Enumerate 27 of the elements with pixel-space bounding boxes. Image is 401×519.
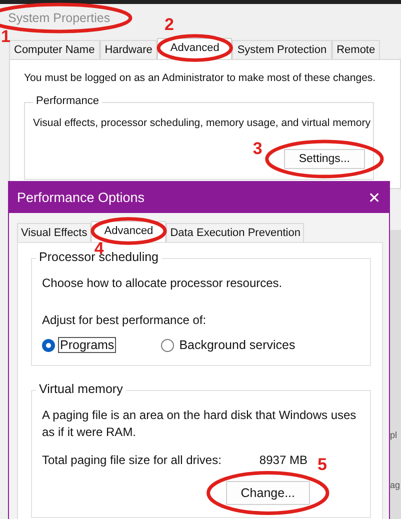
description-text: Visual effects, processor scheduling, memory usage, and virtual memory [33, 117, 371, 129]
window-title: System Properties [8, 11, 110, 25]
size-value: 8937 MB [259, 453, 308, 467]
settings-button[interactable]: Settings... [284, 149, 365, 169]
step-number: 1 [1, 28, 10, 46]
prompt-text: Adjust for best performance of: [42, 312, 208, 329]
tab[interactable]: System Protection [232, 40, 332, 59]
step-number: 3 [252, 140, 262, 158]
change-button[interactable]: Change... [226, 481, 310, 505]
description-text: A paging file is an area on the hard disk that Windows uses as if it were RAM. [42, 407, 358, 441]
tab[interactable]: Remote [332, 40, 380, 59]
notice-text: You must be logged on as an Administrator to make most of these changes. [24, 72, 376, 84]
radio-option[interactable]: Background services [161, 337, 298, 353]
description-text: Choose how to allocate processor resources. [42, 275, 284, 292]
dialog-title: Performance Options [17, 190, 145, 205]
size-label: Total paging file size for all drives: [42, 453, 222, 467]
group-heading: Performance [33, 95, 102, 107]
tab[interactable]: Data Execution Prevention [166, 223, 304, 242]
background-text: pl [390, 430, 398, 440]
background-text: ag [390, 480, 400, 490]
group-heading: Virtual memory [36, 382, 126, 396]
step-number: 5 [317, 456, 327, 474]
tab[interactable]: Hardware [100, 40, 158, 59]
tab[interactable]: Computer Name [9, 40, 100, 59]
tab[interactable]: Visual Effects [17, 223, 92, 242]
close-button[interactable]: ✕ [368, 188, 381, 206]
step-number: 2 [164, 16, 174, 34]
